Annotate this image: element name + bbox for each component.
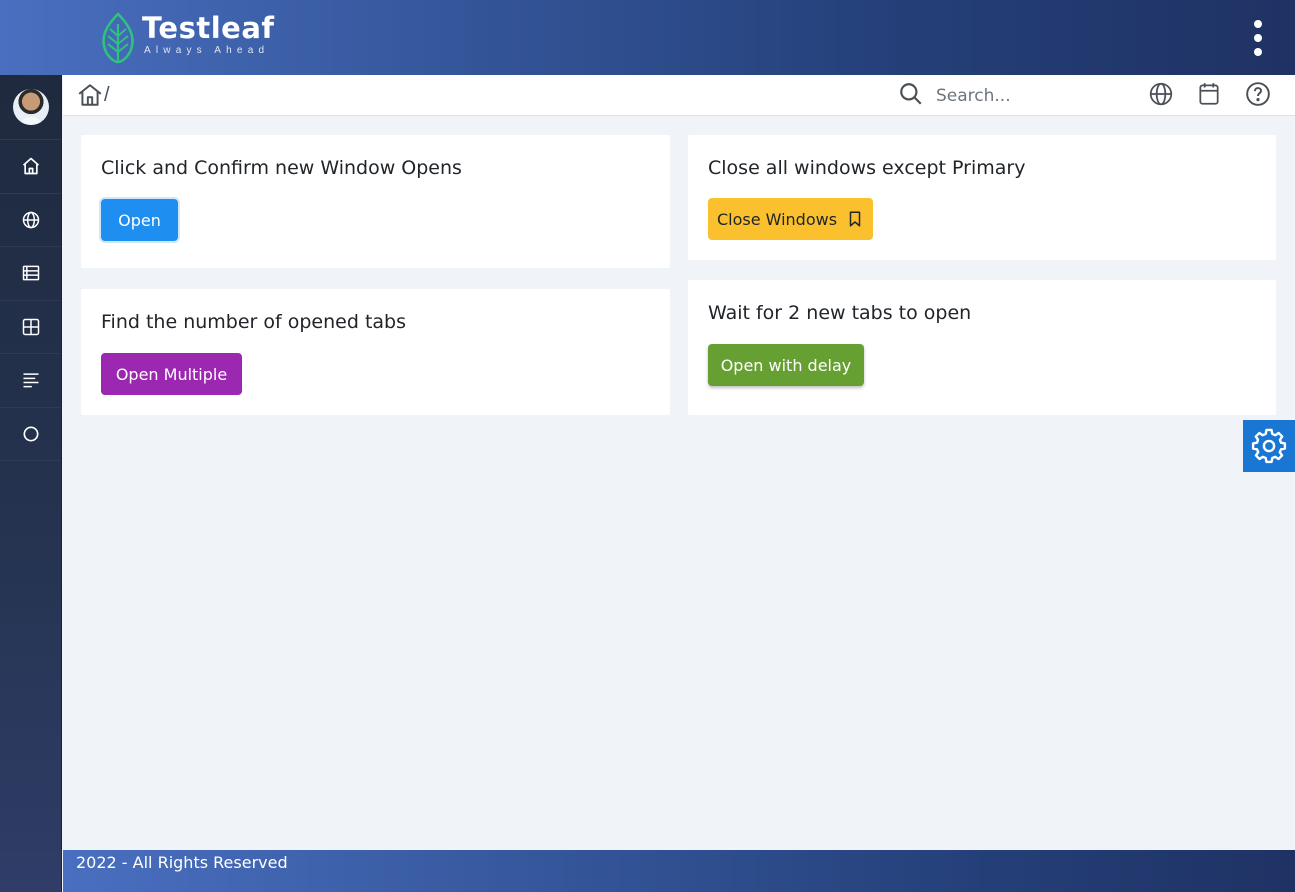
gear-icon — [1251, 428, 1287, 464]
help-icon[interactable] — [1245, 81, 1271, 107]
globe-icon[interactable] — [1148, 81, 1174, 107]
sidebar-item-circle[interactable] — [0, 408, 61, 461]
sidebar-item-globe[interactable] — [0, 194, 61, 247]
top-header: Testleaf Always Ahead — [0, 0, 1295, 75]
sidebar-item-text[interactable] — [0, 354, 61, 408]
card-new-window: Click and Confirm new Window Opens Open — [81, 135, 670, 268]
open-multiple-button[interactable]: Open Multiple — [101, 353, 242, 395]
breadcrumb-separator: / — [104, 84, 110, 106]
home-icon — [22, 157, 39, 175]
settings-button[interactable] — [1243, 420, 1295, 472]
align-left-icon — [23, 373, 38, 388]
card-close-windows: Close all windows except Primary Close W… — [688, 135, 1276, 260]
list-icon — [22, 265, 39, 281]
kebab-menu-icon[interactable] — [1245, 18, 1271, 58]
bookmark-icon — [849, 211, 861, 227]
open-button[interactable]: Open — [101, 199, 178, 241]
close-windows-button[interactable]: Close Windows — [708, 198, 873, 240]
card-wait-tabs: Wait for 2 new tabs to open Open with de… — [688, 280, 1276, 415]
sidebar-item-list[interactable] — [0, 247, 61, 301]
open-with-delay-button[interactable]: Open with delay — [708, 344, 864, 386]
calendar-icon[interactable] — [1196, 81, 1222, 107]
sidebar-item-profile[interactable] — [0, 75, 61, 140]
search-input[interactable] — [936, 83, 1116, 109]
button-label: Open with delay — [720, 355, 852, 375]
leaf-logo-icon — [102, 12, 134, 64]
button-label: Close Windows — [716, 209, 838, 229]
button-label: Open — [118, 210, 161, 230]
circle-icon — [23, 426, 38, 442]
breadcrumb-bar: / — [63, 75, 1295, 116]
brand-logo[interactable]: Testleaf Always Ahead — [100, 12, 275, 64]
globe-icon — [22, 211, 39, 228]
sidebar-item-home[interactable] — [0, 140, 61, 194]
card-title: Click and Confirm new Window Opens — [101, 157, 462, 179]
button-label: Open Multiple — [115, 364, 228, 384]
brand-tagline: Always Ahead — [144, 45, 270, 56]
card-title: Wait for 2 new tabs to open — [708, 302, 972, 324]
grid-icon — [22, 318, 39, 335]
footer: 2022 - All Rights Reserved — [63, 850, 1295, 892]
brand-name: Testleaf — [142, 11, 275, 45]
sidebar — [0, 75, 62, 892]
card-title: Find the number of opened tabs — [101, 311, 406, 333]
avatar[interactable] — [12, 89, 49, 125]
home-breadcrumb-icon[interactable] — [77, 82, 103, 108]
sidebar-item-grid[interactable] — [0, 301, 61, 354]
card-title: Close all windows except Primary — [708, 157, 1026, 179]
footer-copyright: 2022 - All Rights Reserved — [76, 853, 288, 872]
card-opened-tabs: Find the number of opened tabs Open Mult… — [81, 289, 670, 415]
search-icon[interactable] — [898, 81, 924, 107]
